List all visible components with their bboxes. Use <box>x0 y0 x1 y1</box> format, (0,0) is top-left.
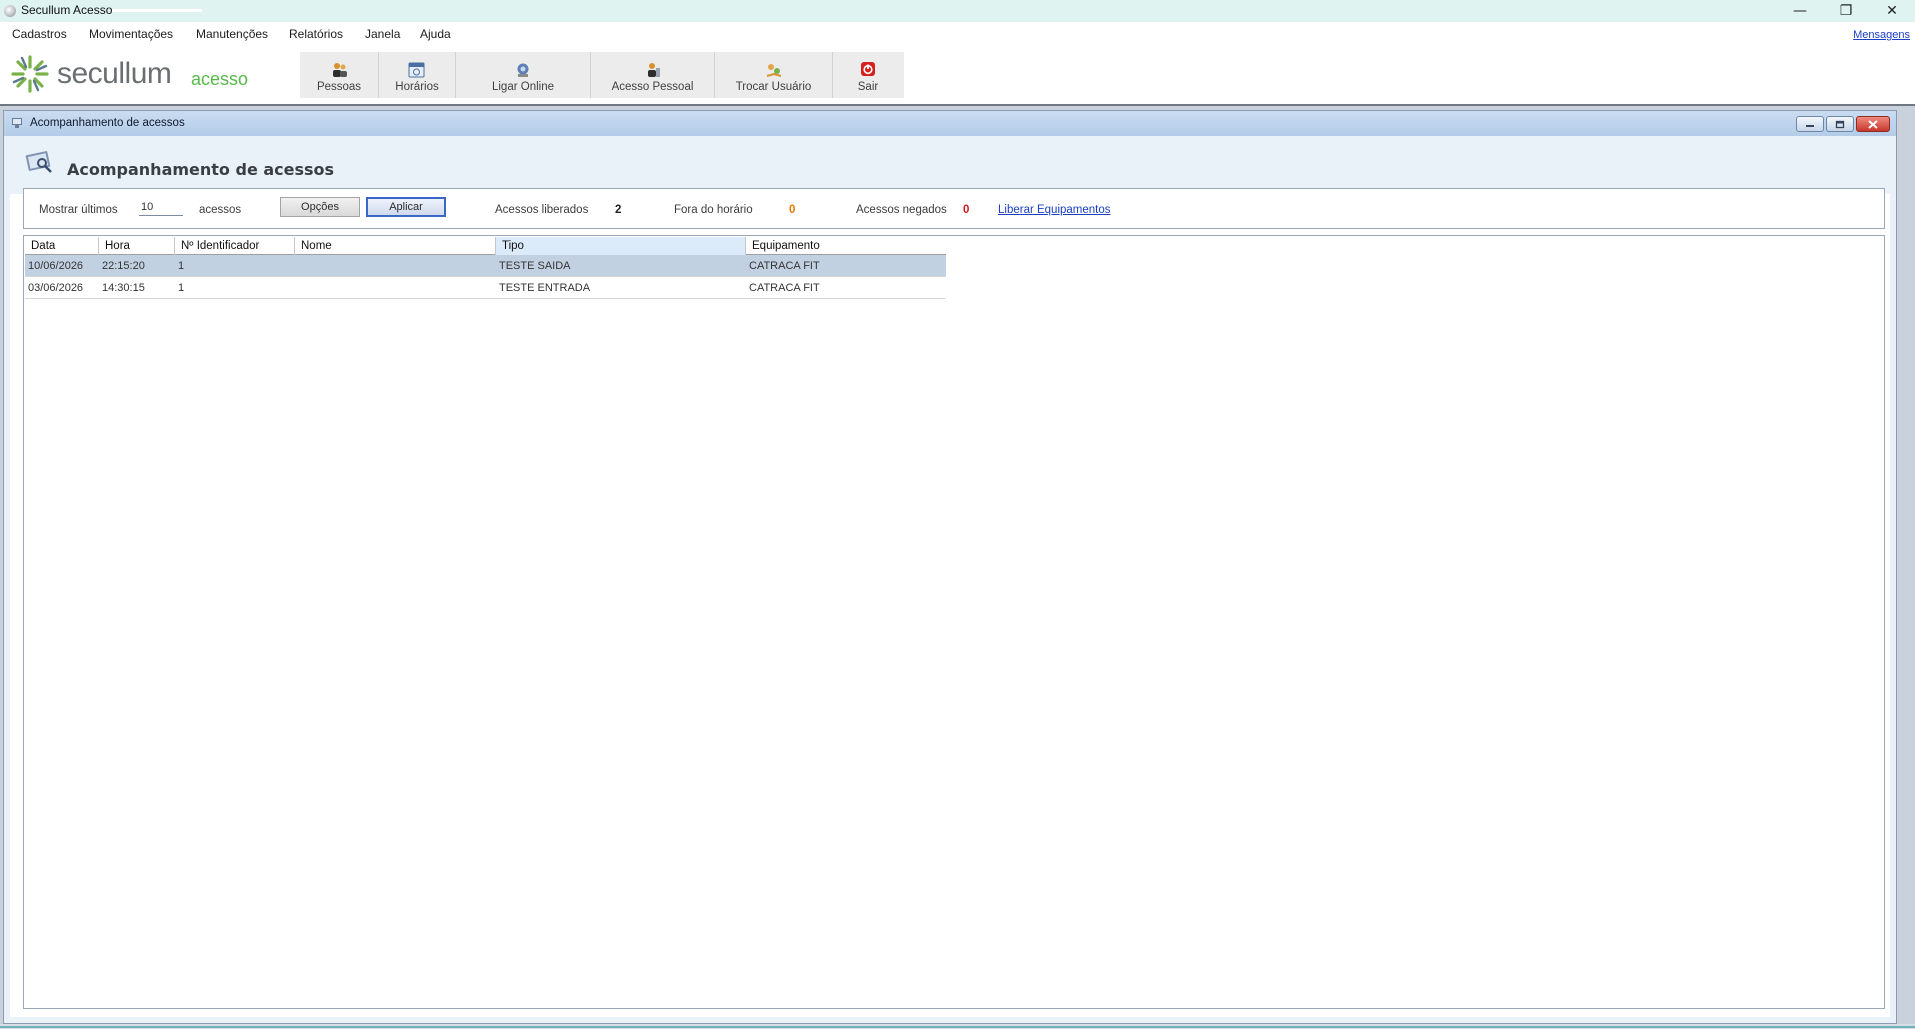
access-grid: Data Hora Nº Identificador Nome Tipo Equ… <box>25 237 946 299</box>
close-icon <box>1868 119 1878 129</box>
child-close-button[interactable] <box>1856 116 1890 132</box>
toolbar-trocar-usuario-label: Trocar Usuário <box>735 81 812 93</box>
child-minimize-button[interactable] <box>1796 116 1824 132</box>
people-icon <box>333 63 347 77</box>
menu-bar: Cadastros Movimentações Manutenções Rela… <box>0 22 1915 48</box>
accesses-suffix-label: acessos <box>199 204 242 216</box>
window-title: Secullum Acesso <box>21 3 113 17</box>
options-button[interactable]: Opções <box>280 197 360 217</box>
cell-equipamento: CATRACA FIT <box>749 260 820 272</box>
child-window-body: Acompanhamento de acessos Mostrar último… <box>10 136 1890 1017</box>
page-title: Acompanhamento de acessos <box>67 160 335 179</box>
power-icon <box>861 62 875 76</box>
release-equipment-link[interactable]: Liberar Equipamentos <box>998 204 1111 216</box>
secullum-logo: secullum acesso <box>10 54 250 96</box>
column-header-nome[interactable]: Nome <box>295 237 496 255</box>
app-icon <box>4 5 16 17</box>
menu-manutencoes[interactable]: Manutenções <box>196 27 268 41</box>
child-window-titlebar: Acompanhamento de acessos <box>4 111 1896 136</box>
table-row[interactable]: 03/06/2026 14:30:15 1 TESTE ENTRADA CATR… <box>25 277 946 299</box>
out-of-hours-label: Fora do horário <box>674 204 753 216</box>
released-count: 2 <box>615 204 622 216</box>
toolbar-area: secullum acesso Pessoas Horários Ligar O… <box>0 48 1915 104</box>
cell-hora: 14:30:15 <box>102 282 145 294</box>
table-row[interactable]: 10/06/2026 22:15:20 1 TESTE SAIDA CATRAC… <box>25 255 946 277</box>
show-last-label: Mostrar últimos <box>39 204 118 216</box>
window-titlebar: Secullum Acesso — ❐ ✕ <box>0 0 1915 22</box>
cell-tipo: TESTE ENTRADA <box>499 282 591 294</box>
cell-equipamento: CATRACA FIT <box>749 282 820 294</box>
toolbar-acesso-pessoal-label: Acesso Pessoal <box>611 81 694 93</box>
personal-access-icon <box>647 63 660 77</box>
menu-janela[interactable]: Janela <box>365 27 400 41</box>
cell-nome <box>295 277 298 299</box>
toolbar-sair-button[interactable]: Sair <box>833 52 903 98</box>
cell-tipo: TESTE SAIDA <box>499 260 571 272</box>
cell-identificador: 1 <box>178 282 185 294</box>
toolbar-horarios-label: Horários <box>395 81 439 93</box>
column-header-data[interactable]: Data <box>25 237 99 255</box>
menu-cadastros[interactable]: Cadastros <box>12 27 67 41</box>
child-window-title: Acompanhamento de acessos <box>30 117 185 129</box>
menu-ajuda[interactable]: Ajuda <box>420 27 451 41</box>
column-header-hora[interactable]: Hora <box>99 237 175 255</box>
show-last-input[interactable] <box>139 198 183 216</box>
minimize-icon <box>1806 125 1814 127</box>
toolbar-ligar-online-button[interactable]: Ligar Online <box>456 52 591 98</box>
restore-button[interactable]: ❐ <box>1823 0 1869 22</box>
denied-label: Acessos negados <box>856 204 947 216</box>
column-header-identificador[interactable]: Nº Identificador <box>175 237 295 255</box>
online-icon <box>517 63 529 77</box>
menu-relatorios[interactable]: Relatórios <box>289 27 343 41</box>
grid-header: Data Hora Nº Identificador Nome Tipo Equ… <box>25 237 946 255</box>
column-header-tipo[interactable]: Tipo <box>496 237 746 255</box>
filter-panel: Mostrar últimos acessos Opções Aplicar A… <box>23 188 1885 229</box>
cell-data: 10/06/2026 <box>28 260 84 272</box>
restore-icon <box>1835 120 1845 128</box>
messages-link[interactable]: Mensagens <box>1853 29 1910 41</box>
denied-count: 0 <box>963 204 970 216</box>
child-window-acompanhamento: Acompanhamento de acessos Acompanhamento… <box>3 110 1897 1024</box>
cell-data: 03/06/2026 <box>28 282 84 294</box>
cell-hora: 22:15:20 <box>102 260 145 272</box>
bottom-border <box>0 1024 1915 1029</box>
title-bar-blank-strip <box>112 9 202 12</box>
column-header-equipamento[interactable]: Equipamento <box>746 237 946 255</box>
toolbar-pessoas-label: Pessoas <box>316 81 362 93</box>
logo-wordmark: secullum <box>57 57 172 90</box>
schedule-icon <box>408 62 425 78</box>
toolbar-ligar-online-label: Ligar Online <box>491 81 554 93</box>
monitoring-icon <box>25 151 52 173</box>
main-toolbar: Pessoas Horários Ligar Online Acesso Pes… <box>300 52 904 98</box>
toolbar-trocar-usuario-button[interactable]: Trocar Usuário <box>715 52 833 98</box>
menu-movimentacoes[interactable]: Movimentações <box>89 27 173 41</box>
cell-identificador: 1 <box>178 260 185 272</box>
out-of-hours-count: 0 <box>789 204 796 216</box>
toolbar-horarios-button[interactable]: Horários <box>379 52 456 98</box>
monitor-icon <box>12 118 22 128</box>
toolbar-pessoas-button[interactable]: Pessoas <box>300 52 379 98</box>
secullum-logo-icon <box>11 55 49 93</box>
switch-user-icon <box>766 64 781 77</box>
cell-nome <box>295 255 298 277</box>
child-restore-button[interactable] <box>1826 116 1854 132</box>
access-grid-panel: Data Hora Nº Identificador Nome Tipo Equ… <box>23 235 1885 1009</box>
toolbar-sair-label: Sair <box>857 81 879 93</box>
close-button[interactable]: ✕ <box>1869 0 1915 22</box>
apply-button[interactable]: Aplicar <box>366 197 446 217</box>
logo-subtitle: acesso <box>191 69 249 89</box>
minimize-button[interactable]: — <box>1777 0 1823 22</box>
toolbar-acesso-pessoal-button[interactable]: Acesso Pessoal <box>591 52 715 98</box>
bottom-accent-line <box>0 1026 1915 1028</box>
released-label: Acessos liberados <box>495 204 589 216</box>
